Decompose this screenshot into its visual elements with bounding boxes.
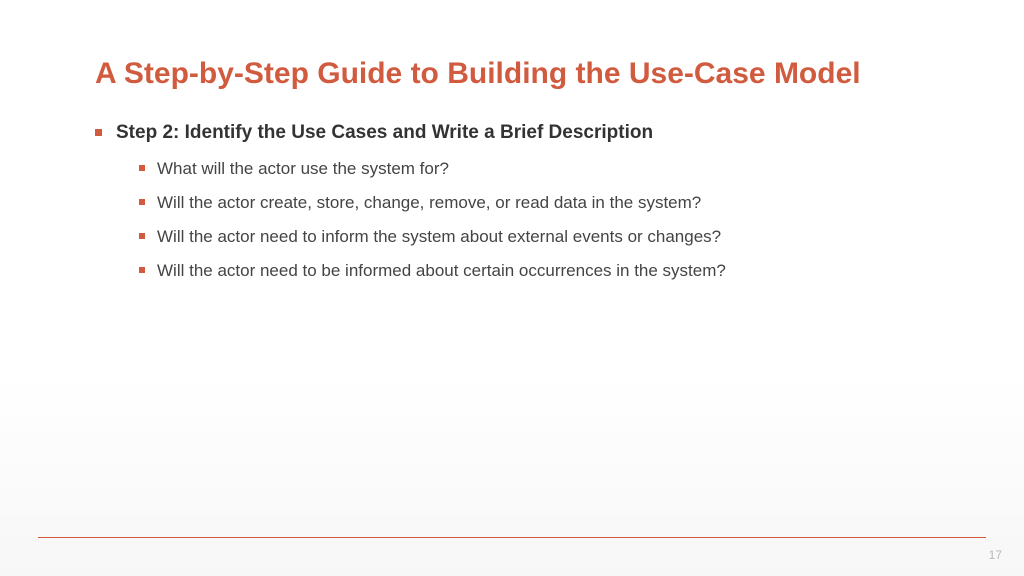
list-item: Will the actor need to inform the system… xyxy=(139,225,929,249)
list-item: What will the actor use the system for? xyxy=(139,157,929,181)
slide-title: A Step-by-Step Guide to Building the Use… xyxy=(95,55,929,93)
list-item: Will the actor create, store, change, re… xyxy=(139,191,929,215)
sub-bullet-text: What will the actor use the system for? xyxy=(157,157,449,181)
footer-divider xyxy=(38,537,986,538)
sub-bullet-text: Will the actor create, store, change, re… xyxy=(157,191,701,215)
list-item: Will the actor need to be informed about… xyxy=(139,259,929,283)
page-number: 17 xyxy=(989,548,1002,562)
sub-bullet-text: Will the actor need to be informed about… xyxy=(157,259,726,283)
sub-bullet-list: What will the actor use the system for? … xyxy=(139,157,929,282)
main-bullet-text: Step 2: Identify the Use Cases and Write… xyxy=(116,121,653,146)
main-bullet: Step 2: Identify the Use Cases and Write… xyxy=(95,121,929,146)
square-bullet-icon xyxy=(139,267,145,273)
square-bullet-icon xyxy=(95,129,102,136)
square-bullet-icon xyxy=(139,199,145,205)
sub-bullet-text: Will the actor need to inform the system… xyxy=(157,225,721,249)
square-bullet-icon xyxy=(139,233,145,239)
slide-content: A Step-by-Step Guide to Building the Use… xyxy=(0,0,1024,282)
square-bullet-icon xyxy=(139,165,145,171)
